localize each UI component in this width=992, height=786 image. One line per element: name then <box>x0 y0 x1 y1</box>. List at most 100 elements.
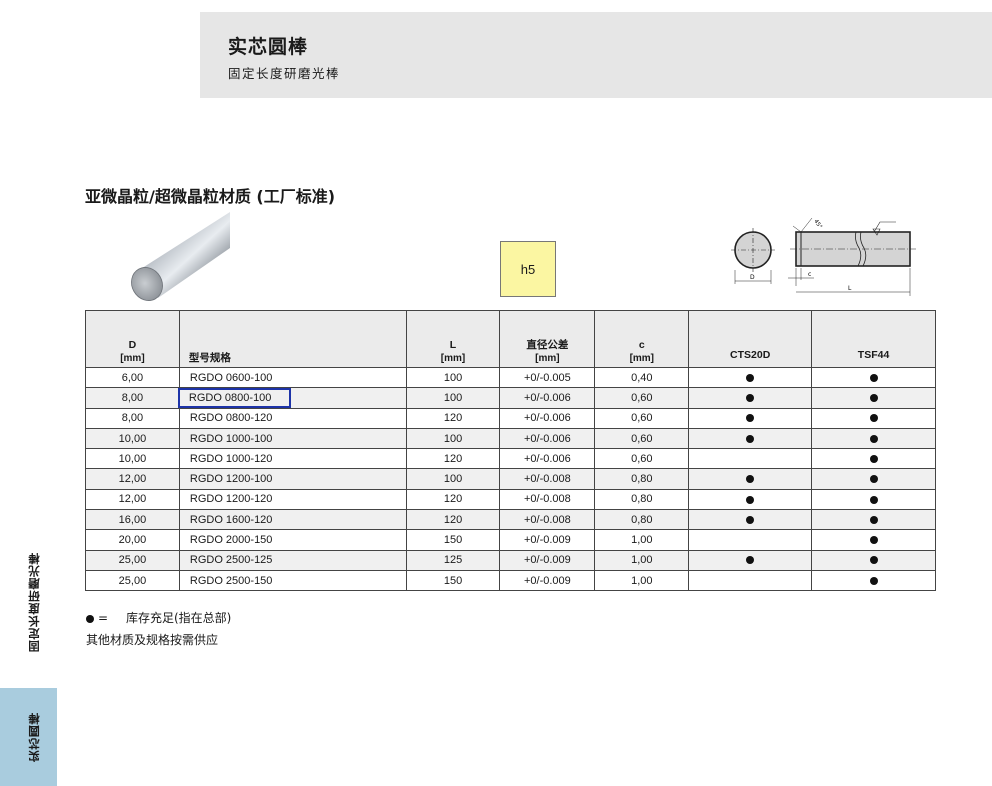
cell-chamfer: 0,80 <box>594 488 690 511</box>
cell-code: RGDO 1000-100 <box>178 427 407 450</box>
highlighted-part-code[interactable]: RGDO 0800-100 <box>177 387 292 408</box>
part-code[interactable]: RGDO 0800-120 <box>189 410 274 426</box>
cell-tolerance: +0/-0.009 <box>499 549 596 571</box>
cell-length: 120 <box>405 448 501 470</box>
availability-dot-icon <box>746 373 755 382</box>
side-section-label: 固定长度研磨光棒 <box>27 552 41 653</box>
cell-length: 150 <box>405 569 501 592</box>
cell-diameter: 25,00 <box>85 569 180 592</box>
availability-dot-icon <box>869 475 878 484</box>
cell-diameter: 20,00 <box>85 529 180 551</box>
drawing-angle-label: 45° <box>812 219 823 231</box>
col-header-c: c [mm] <box>594 310 690 368</box>
cell-chamfer: 0,60 <box>594 407 690 429</box>
availability-note: 其他材质及规格按需供应 <box>86 633 219 647</box>
cell-tsf44 <box>811 509 936 531</box>
cell-tolerance: +0/-0.008 <box>499 468 596 490</box>
availability-dot-icon <box>869 515 878 524</box>
spec-table: D [mm] 型号规格 L [mm] 直径公差 [mm] c [mm] CTS20D T… <box>85 310 936 592</box>
cell-code: RGDO 0800-100 <box>177 387 407 409</box>
availability-dot-icon <box>869 373 878 382</box>
cell-tolerance: +0/-0.006 <box>499 427 596 450</box>
cell-code: RGDO 2500-125 <box>178 549 407 571</box>
part-code[interactable]: RGDO 1000-100 <box>189 431 274 447</box>
cell-length: 120 <box>405 509 501 531</box>
part-code[interactable]: RGDO 1600-120 <box>189 512 274 528</box>
cell-tsf44 <box>811 366 936 389</box>
rod-technical-drawing: D 45° c L <box>731 217 916 296</box>
cell-diameter: 8,00 <box>85 407 180 429</box>
cell-tolerance: +0/-0.008 <box>499 509 596 531</box>
part-code[interactable]: RGDO 1200-120 <box>189 491 274 507</box>
availability-dot-icon <box>86 614 94 623</box>
part-code[interactable]: RGDO 2500-150 <box>189 573 274 589</box>
part-code[interactable]: RGDO 2000-150 <box>189 532 274 548</box>
cell-cts20d <box>688 448 813 470</box>
availability-dot-icon <box>746 495 755 504</box>
page-title: 实芯圆棒 <box>228 36 309 58</box>
cell-length: 125 <box>405 549 501 571</box>
part-code[interactable]: RGDO 2500-125 <box>189 552 274 568</box>
cell-cts20d <box>688 569 813 592</box>
cell-cts20d <box>688 407 813 429</box>
cell-tolerance: +0/-0.005 <box>499 366 596 389</box>
table-row: 8,00 RGDO 0800-100 100 +0/-0.006 0,60 <box>85 387 936 409</box>
cell-tsf44 <box>811 488 936 511</box>
col-header-l: L [mm] <box>405 310 501 368</box>
cell-code: RGDO 1600-120 <box>178 509 407 531</box>
cell-cts20d <box>688 387 813 409</box>
cell-diameter: 25,00 <box>85 549 180 571</box>
cell-tsf44 <box>811 569 936 592</box>
cell-code: RGDO 1200-120 <box>178 488 407 511</box>
availability-dot-icon <box>746 475 755 484</box>
cell-code: RGDO 1000-120 <box>178 448 407 470</box>
col-header-d: D [mm] <box>85 310 180 368</box>
cell-tsf44 <box>811 448 936 470</box>
cell-chamfer: 1,00 <box>594 569 690 592</box>
availability-dot-icon <box>746 434 755 443</box>
part-code[interactable]: RGDO 1000-120 <box>189 451 274 467</box>
cell-chamfer: 0,80 <box>594 509 690 531</box>
cell-chamfer: 1,00 <box>594 529 690 551</box>
round-rod-image <box>131 212 230 301</box>
table-row: 12,00 RGDO 1200-120 120 +0/-0.008 0,80 <box>85 488 936 511</box>
cell-chamfer: 0,60 <box>594 387 690 409</box>
cell-tsf44 <box>811 407 936 429</box>
table-row: 6,00 RGDO 0600-100 100 +0/-0.005 0,40 <box>85 366 936 389</box>
cell-chamfer: 0,40 <box>594 366 690 389</box>
cell-chamfer: 0,60 <box>594 448 690 470</box>
cell-tsf44 <box>811 387 936 409</box>
col-header-tsf44: TSF44 <box>811 310 936 368</box>
cell-code: RGDO 2500-150 <box>178 569 407 592</box>
side-tab[interactable]: 实芯圆棒 <box>0 688 57 786</box>
col-header-tolerance: 直径公差 [mm] <box>499 310 596 368</box>
availability-dot-icon <box>869 576 878 585</box>
col-header-code: 型号规格 <box>178 310 407 368</box>
availability-dot-icon <box>746 556 755 565</box>
cell-tolerance: +0/-0.006 <box>499 407 596 429</box>
tolerance-class-box: h5 <box>500 241 556 297</box>
cell-chamfer: 0,60 <box>594 427 690 450</box>
col-header-cts20d: CTS20D <box>688 310 813 368</box>
cell-diameter: 10,00 <box>85 427 180 450</box>
cell-length: 100 <box>405 468 501 490</box>
cell-length: 120 <box>405 488 501 511</box>
cell-cts20d <box>688 488 813 511</box>
cell-diameter: 12,00 <box>85 488 180 511</box>
availability-dot-icon <box>746 394 755 403</box>
availability-dot-icon <box>869 414 878 423</box>
part-code[interactable]: RGDO 1200-100 <box>189 471 274 487</box>
availability-dot-icon <box>869 394 878 403</box>
availability-dot-icon <box>746 515 755 524</box>
legend-text: 库存充足(指在总部) <box>126 611 232 625</box>
cell-code: RGDO 2000-150 <box>178 529 407 551</box>
cell-cts20d <box>688 509 813 531</box>
table-header-row: D [mm] 型号规格 L [mm] 直径公差 [mm] c [mm] CTS20D T… <box>85 310 936 368</box>
drawing-l-label: L <box>848 285 852 292</box>
cell-length: 100 <box>405 427 501 450</box>
part-code[interactable]: RGDO 0600-100 <box>189 370 274 386</box>
side-tab-label: 实芯圆棒 <box>27 712 41 762</box>
cell-tolerance: +0/-0.008 <box>499 488 596 511</box>
cell-cts20d <box>688 366 813 389</box>
cell-diameter: 16,00 <box>85 509 180 531</box>
